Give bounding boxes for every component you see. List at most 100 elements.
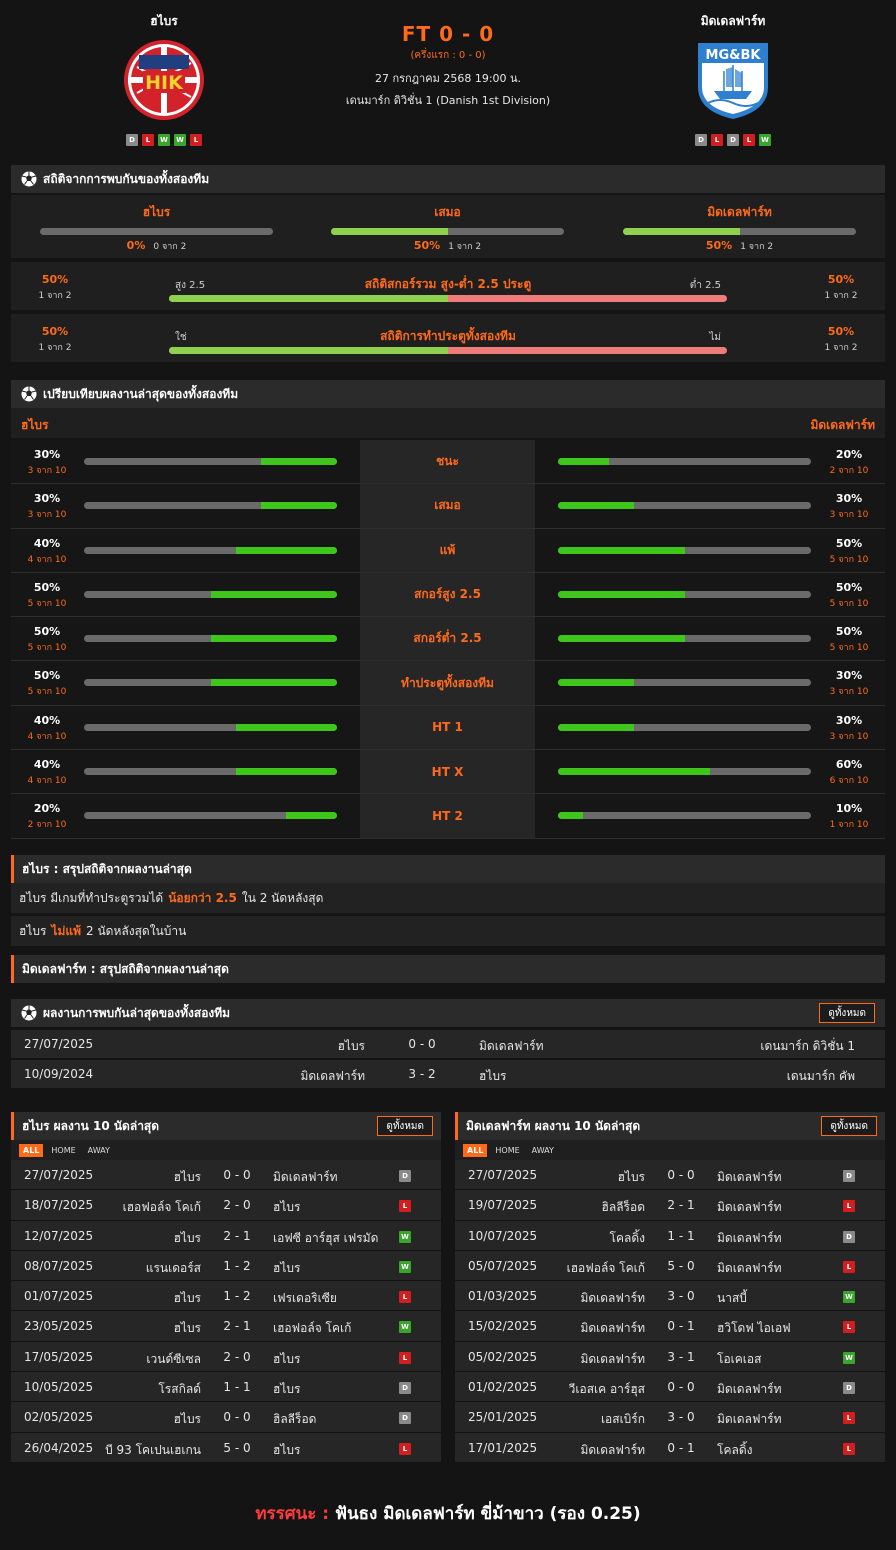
match-score: 3 - 2 bbox=[408, 1067, 436, 1081]
h2h-summary-of: 1 จาก 2 bbox=[448, 242, 482, 252]
match-home: แรนเดอร์ส bbox=[145, 1260, 201, 1275]
compare-away-pct: 50% bbox=[835, 625, 863, 639]
match-score: 1 - 1 bbox=[667, 1228, 695, 1243]
table-row[interactable]: 10/07/2025 โคลดิ้ง 1 - 1 มิดเดลฟาร์ท D bbox=[455, 1220, 885, 1251]
halftime-score: (ครึ่งแรก : 0 - 0) bbox=[410, 50, 486, 61]
compare-home-pct: 40% bbox=[33, 758, 61, 772]
table-row[interactable]: 27/07/2025 ฮไบร 0 - 0 มิดเดลฟาร์ท D bbox=[11, 1160, 441, 1191]
compare-home-fill bbox=[210, 590, 337, 598]
match-header: ฮไบร HIK DLWWL FT 0 - 0 (ครึ่งแรก : 0 - … bbox=[0, 0, 896, 160]
tab-away[interactable]: AWAY bbox=[84, 1144, 114, 1157]
home-team-logo-icon: HIK bbox=[124, 40, 204, 120]
result-badge: L bbox=[399, 1442, 411, 1455]
tab-home[interactable]: HOME bbox=[491, 1144, 523, 1157]
result-badge: L bbox=[843, 1321, 855, 1334]
home-last10-view-all-button[interactable]: ดูทั้งหมด bbox=[377, 1116, 433, 1136]
table-row[interactable]: 17/01/2025 มิดเดลฟาร์ท 0 - 1 โคลดิ้ง L bbox=[455, 1432, 885, 1463]
table-row[interactable]: 25/01/2025 เอสเบิร์ก 3 - 0 มิดเดลฟาร์ท L bbox=[455, 1402, 885, 1433]
match-score: 3 - 1 bbox=[667, 1349, 695, 1364]
form-badge: W bbox=[174, 134, 186, 146]
home-summary-line-1-text: ฮไบร มีเกมที่ทำประตูรวมได้ bbox=[19, 890, 164, 905]
tab-away[interactable]: AWAY bbox=[528, 1144, 558, 1157]
form-badge: W bbox=[158, 134, 170, 146]
match-away: ฮไบร bbox=[273, 1351, 301, 1366]
compare-home-stat: 40% 4 จาก 10 bbox=[17, 537, 77, 566]
table-row[interactable]: 08/07/2025 แรนเดอร์ส 1 - 2 ฮไบร W bbox=[11, 1250, 441, 1282]
table-row[interactable]: 15/02/2025 มิดเดลฟาร์ท 0 - 1 ฮวิโดฟ ไอเอฟ L bbox=[455, 1311, 885, 1342]
table-row[interactable]: 19/07/2025 ฮิลลีร็อด 2 - 1 มิดเดลฟาร์ท L bbox=[455, 1190, 885, 1221]
svg-text:HIK: HIK bbox=[145, 72, 184, 94]
match-score: 3 - 0 bbox=[667, 1289, 695, 1304]
result-badge: D bbox=[843, 1170, 855, 1182]
table-row[interactable]: 12/07/2025 ฮไบร 2 - 1 เอฟซี อาร์ฮุส เฟรมัด W bbox=[11, 1220, 441, 1251]
match-home: วีเอสเค อาร์ฮุส bbox=[568, 1382, 645, 1397]
table-row[interactable]: 27/07/2025 ฮไบร 0 - 0 มิดเดลฟาร์ท D bbox=[455, 1160, 885, 1191]
home-team[interactable]: ฮไบร HIK DLWWL bbox=[79, 12, 249, 146]
tab-home[interactable]: HOME bbox=[47, 1144, 79, 1157]
tab-all[interactable]: ALL bbox=[463, 1143, 488, 1157]
table-row[interactable]: 17/05/2025 เวนด์ซีเซล 2 - 0 ฮไบร L bbox=[11, 1341, 441, 1373]
compare-away-stat: 60% 6 จาก 10 bbox=[819, 758, 879, 787]
match-datetime: 27 กรกฎาคม 2568 19:00 น. bbox=[374, 72, 522, 85]
table-row[interactable]: 10/05/2025 โรสกิลด์ 1 - 1 ฮไบร D bbox=[11, 1372, 441, 1403]
match-date: 26/04/2025 bbox=[24, 1440, 94, 1455]
compare-away-of: 2 จาก 10 bbox=[829, 466, 869, 476]
table-row[interactable]: 01/02/2025 วีเอสเค อาร์ฮุส 0 - 0 มิดเดลฟาร์… bbox=[455, 1372, 885, 1403]
match-away: มิดเดลฟาร์ท bbox=[717, 1382, 782, 1397]
compare-title: เปรียบเทียบผลงานล่าสุดของทั้งสองทีม bbox=[43, 386, 239, 401]
result-badge: W bbox=[399, 1321, 411, 1334]
h2h-recent-header: ผลงานการพบกันล่าสุดของทั้งสองทีม ดูทั้งห… bbox=[11, 999, 885, 1027]
table-row[interactable]: 05/02/2025 มิดเดลฟาร์ท 3 - 1 โอเคเอส W bbox=[455, 1341, 885, 1373]
tab-all[interactable]: ALL bbox=[19, 1143, 44, 1157]
compare-away-bar bbox=[558, 458, 811, 465]
result-badge: W bbox=[843, 1351, 855, 1364]
h2h-summary-foot: 0% 0 จาก 2 bbox=[40, 239, 273, 253]
compare-home-fill bbox=[235, 768, 337, 776]
match-date: 10/09/2024 bbox=[24, 1067, 94, 1081]
compare-label: HT 1 bbox=[360, 705, 535, 750]
h2h-summary-foot: 50% 1 จาก 2 bbox=[623, 239, 856, 253]
compare-home-bar bbox=[84, 812, 337, 820]
home-summary-line-1-highlight: น้อยกว่า 2.5 bbox=[168, 890, 237, 905]
match-away: ฮิลลีร็อด bbox=[273, 1412, 317, 1427]
match-away: มิดเดลฟาร์ท bbox=[273, 1170, 338, 1184]
compare-away-pct: 50% bbox=[835, 536, 863, 550]
compare-home-pct: 40% bbox=[33, 536, 61, 550]
compare-home-stat: 20% 2 จาก 10 bbox=[17, 802, 77, 831]
form-badge: D bbox=[727, 134, 739, 146]
match-home: เวนด์ซีเซล bbox=[146, 1351, 201, 1366]
table-row[interactable]: 02/05/2025 ฮไบร 0 - 0 ฮิลลีร็อด D bbox=[11, 1402, 441, 1433]
match-score: 1 - 2 bbox=[223, 1258, 251, 1273]
match-score: 0 - 0 bbox=[223, 1168, 251, 1182]
table-row[interactable]: 01/03/2025 มิดเดลฟาร์ท 3 - 0 นาสบี้ W bbox=[455, 1281, 885, 1312]
h2h-match-row[interactable]: 27/07/2025 ฮไบร 0 - 0 มิดเดลฟาร์ท เดนมาร์ก ด… bbox=[11, 1030, 885, 1058]
compare-home-of: 4 จาก 10 bbox=[27, 731, 67, 742]
compare-away-stat: 20% 2 จาก 10 bbox=[819, 448, 879, 477]
h2h-view-all-button[interactable]: ดูทั้งหมด bbox=[819, 1003, 875, 1023]
match-home: มิดเดลฟาร์ท bbox=[580, 1442, 645, 1457]
away-last10-tabs: ALL HOME AWAY bbox=[455, 1140, 885, 1160]
form-badge: W bbox=[759, 134, 771, 146]
table-row[interactable]: 01/07/2025 ฮไบร 1 - 2 เฟรเดอริเซีย L bbox=[11, 1281, 441, 1312]
match-home: มิดเดลฟาร์ท bbox=[580, 1351, 645, 1366]
table-row[interactable]: 18/07/2025 เฮอฟอล์จ โคเก้ 2 - 0 ฮไบร L bbox=[11, 1190, 441, 1221]
match-date: 27/07/2025 bbox=[468, 1168, 538, 1182]
h2h-match-row[interactable]: 10/09/2024 มิดเดลฟาร์ท 3 - 2 ฮไบร เดนมาร์ก ค… bbox=[11, 1060, 885, 1088]
match-score: 1 - 2 bbox=[223, 1289, 251, 1304]
table-row[interactable]: 26/04/2025 บี 93 โคเปนเฮเกน 5 - 0 ฮไบร L bbox=[11, 1432, 441, 1463]
compare-away-of: 5 จาก 10 bbox=[829, 598, 869, 609]
compare-home-pct: 50% bbox=[33, 580, 61, 594]
away-last10-view-all-button[interactable]: ดูทั้งหมด bbox=[821, 1116, 877, 1136]
soccer-ball-icon bbox=[21, 171, 37, 187]
compare-row: 20% 2 จาก 10 HT 2 10% 1 จาก 10 bbox=[11, 794, 885, 839]
away-team[interactable]: มิดเดลฟาร์ท MG&BK DLDLW bbox=[648, 12, 818, 146]
compare-away-stat: 50% 5 จาก 10 bbox=[819, 625, 879, 654]
table-row[interactable]: 05/07/2025 เฮอฟอล์จ โคเก้ 5 - 0 มิดเดลฟาร์ท… bbox=[455, 1250, 885, 1282]
compare-away-of: 5 จาก 10 bbox=[829, 643, 869, 654]
result-badge: D bbox=[399, 1382, 411, 1395]
compare-home-stat: 50% 5 จาก 10 bbox=[17, 581, 77, 610]
match-date: 10/05/2025 bbox=[24, 1380, 94, 1395]
compare-header: เปรียบเทียบผลงานล่าสุดของทั้งสองทีม bbox=[11, 380, 885, 408]
compare-away-pct: 20% bbox=[835, 448, 863, 461]
table-row[interactable]: 23/05/2025 ฮไบร 2 - 1 เฮอฟอล์จ โคเก้ W bbox=[11, 1311, 441, 1342]
